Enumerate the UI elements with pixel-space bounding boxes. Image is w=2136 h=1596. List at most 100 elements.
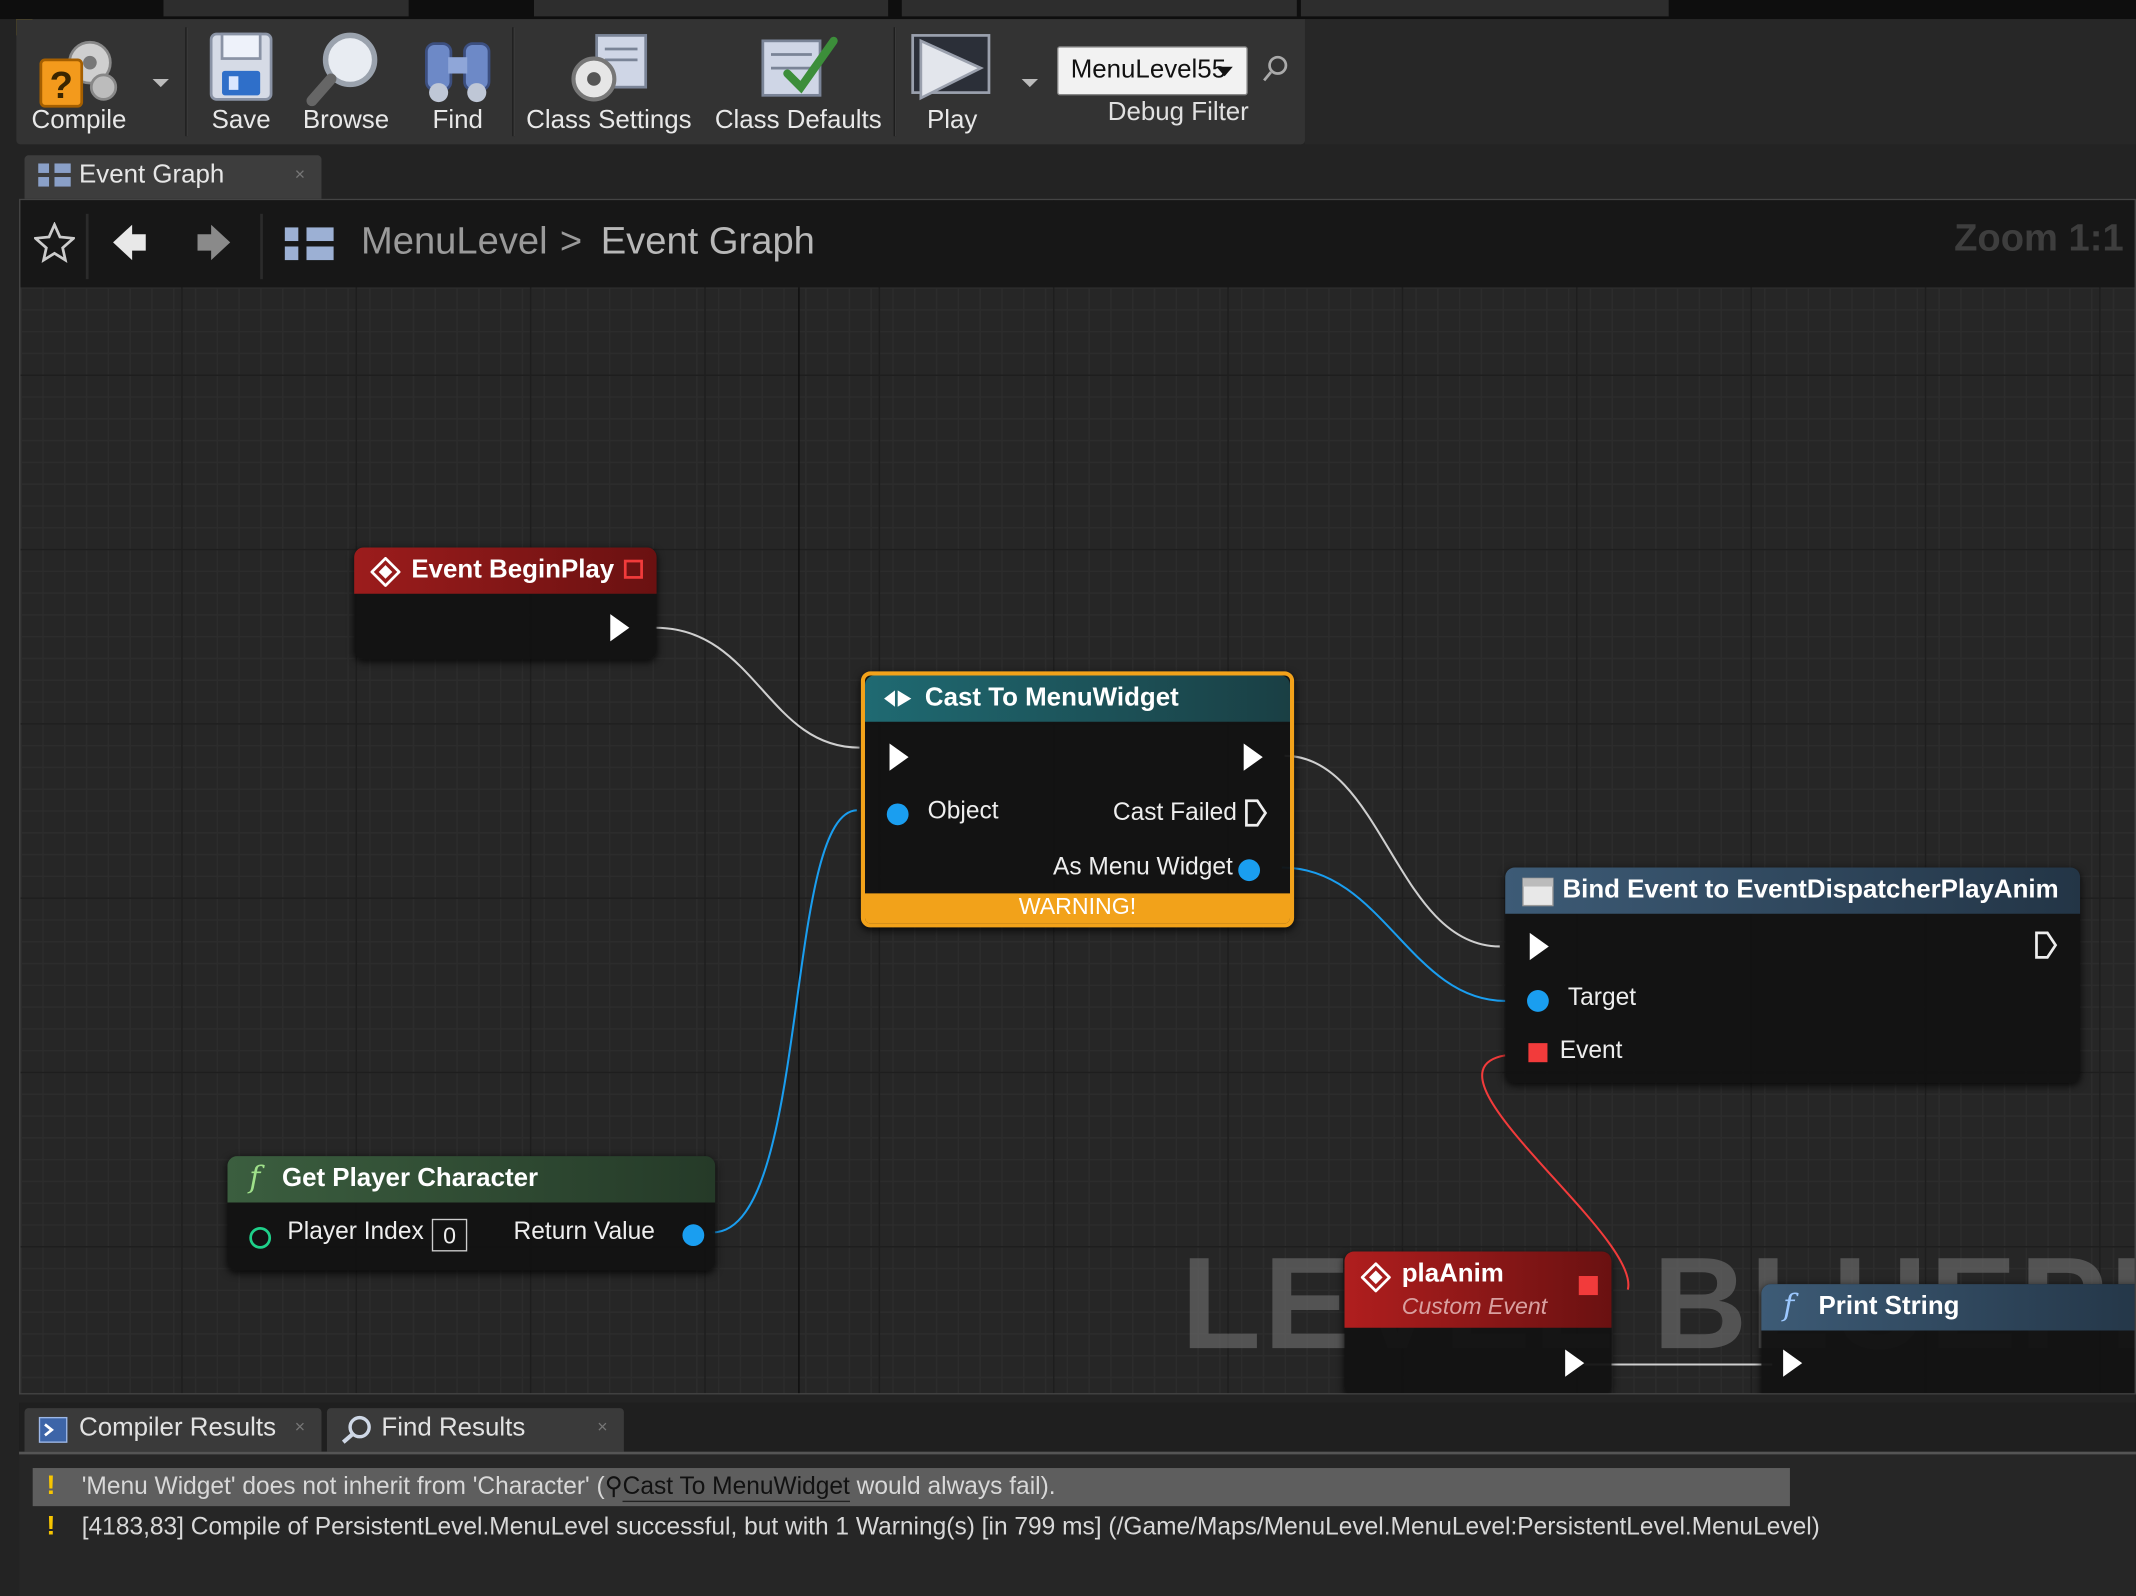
play-options-caret[interactable] <box>1021 78 1038 88</box>
play-button[interactable]: Play <box>905 19 1000 144</box>
object-wire <box>1281 866 1506 1002</box>
class-defaults-icon <box>757 30 839 113</box>
exec-out-pin[interactable] <box>1243 743 1263 771</box>
object-pin[interactable] <box>886 803 909 826</box>
pin-label-cast-failed: Cast Failed <box>1112 798 1237 826</box>
event-beginplay-node[interactable]: Event BeginPlay <box>354 547 657 660</box>
compiler-results-icon <box>38 1416 68 1450</box>
play-icon <box>910 30 994 116</box>
compile-options-caret[interactable] <box>152 78 169 88</box>
event-delegate-pin[interactable] <box>1528 1043 1548 1063</box>
player-index-field[interactable]: 0 <box>431 1218 468 1252</box>
class-settings-label: Class Settings <box>526 106 692 135</box>
event-diamond-icon <box>369 556 402 594</box>
node-title: Cast To MenuWidget <box>924 683 1179 713</box>
window-tab[interactable] <box>1300 0 1669 17</box>
log-message-text: would always fail). <box>849 1472 1056 1500</box>
exec-in-pin[interactable] <box>889 743 909 771</box>
exec-in-pin[interactable] <box>1529 932 1549 961</box>
exec-out-pin[interactable] <box>610 614 630 642</box>
node-subtitle: Custom Event <box>1401 1293 1548 1320</box>
plaanim-custom-event-node[interactable]: plaAnim Custom Event <box>1344 1251 1612 1394</box>
window-tab[interactable] <box>163 0 409 17</box>
toolbar-separator <box>893 27 897 137</box>
debug-object-select[interactable]: MenuLevel55 <box>1057 46 1248 96</box>
node-title: Get Player Character <box>281 1164 539 1193</box>
tab-event-graph[interactable]: Event Graph × <box>24 155 322 199</box>
chevron-down-icon <box>1216 66 1233 77</box>
pin-label-as-menu-widget: As Menu Widget <box>1052 852 1233 880</box>
log-node-link[interactable]: Cast To MenuWidget <box>622 1472 850 1503</box>
pin-label-event: Event <box>1559 1036 1623 1064</box>
close-icon[interactable]: × <box>295 163 305 183</box>
pin-label-object: Object <box>927 796 999 824</box>
cast-to-menuwidget-node[interactable]: Cast To MenuWidget Object Cast Failed As… <box>860 671 1295 928</box>
class-defaults-label: Class Defaults <box>714 106 882 135</box>
class-settings-button[interactable]: Class Settings <box>526 19 692 144</box>
compile-button[interactable]: ? Compile <box>22 19 136 144</box>
tab-find-results[interactable]: Find Results × <box>326 1408 624 1452</box>
object-wire <box>712 809 857 1234</box>
tab-event-graph-label: Event Graph <box>79 160 225 190</box>
tab-compiler-results[interactable]: Compiler Results × <box>24 1408 322 1452</box>
save-icon <box>207 30 275 110</box>
graph-icon <box>38 163 71 194</box>
debug-filter-label: Debug Filter <box>1107 98 1249 127</box>
delegate-pin[interactable] <box>1578 1276 1598 1296</box>
log-message: 'Menu Widget' does not inherit from 'Cha… <box>82 1472 1056 1503</box>
function-icon: f <box>1783 1289 1795 1324</box>
exec-out-pin[interactable] <box>1565 1349 1585 1377</box>
svg-text:?: ? <box>50 64 73 107</box>
warning-icon: ! <box>46 1470 56 1501</box>
target-pin[interactable] <box>1527 990 1549 1012</box>
exec-in-pin[interactable] <box>1783 1349 1803 1377</box>
search-icon[interactable] <box>1261 54 1288 91</box>
find-results-icon <box>341 1415 374 1452</box>
player-index-pin[interactable] <box>249 1226 272 1249</box>
save-button[interactable]: Save <box>202 19 281 144</box>
node-title: Print String <box>1818 1292 1960 1321</box>
toolbar-empty-area <box>1304 19 2136 145</box>
save-label: Save <box>211 106 271 135</box>
exec-out-pin-hollow[interactable] <box>1244 798 1269 835</box>
binoculars-icon <box>418 30 497 113</box>
node-title: Event BeginPlay <box>411 555 615 585</box>
tab-find-results-label: Find Results <box>381 1413 526 1443</box>
tab-compiler-results-label: Compiler Results <box>79 1413 277 1443</box>
search-icon: ⚲ <box>604 1472 623 1500</box>
pin-label-return-value: Return Value <box>513 1217 655 1245</box>
log-row-warning[interactable]: ! 'Menu Widget' does not inherit from 'C… <box>32 1468 1790 1507</box>
compile-label: Compile <box>31 106 127 135</box>
class-settings-icon <box>567 30 651 113</box>
log-row-info[interactable]: ! [4183,83] Compile of PersistentLevel.M… <box>33 1509 1858 1547</box>
window-tab[interactable] <box>901 0 1297 17</box>
play-label: Play <box>926 106 978 135</box>
node-function-icon <box>1522 877 1555 914</box>
toolbar-separator <box>185 27 188 137</box>
get-player-character-node[interactable]: f Get Player Character Player Index 0 Re… <box>227 1156 716 1271</box>
browse-label: Browse <box>302 106 390 135</box>
browse-button[interactable]: Browse <box>297 19 395 144</box>
exec-wire <box>1284 754 1500 948</box>
close-icon[interactable]: × <box>597 1416 607 1436</box>
browse-icon <box>306 30 385 113</box>
pin-label-player-index: Player Index <box>287 1217 424 1245</box>
class-defaults-button[interactable]: Class Defaults <box>711 19 885 144</box>
find-button[interactable]: Find <box>411 19 504 144</box>
graph-canvas[interactable]: MenuLevel > Event Graph Zoom 1:1 LEVEL B… <box>19 198 2136 1395</box>
node-title: plaAnim <box>1401 1259 1504 1289</box>
bind-event-node[interactable]: Bind Event to EventDispatcherPlayAnim Ta… <box>1505 867 2081 1083</box>
print-string-node[interactable]: f Print String <box>1761 1284 2135 1394</box>
delegate-pin[interactable] <box>623 559 643 579</box>
cast-arrow-icon <box>884 688 914 717</box>
node-title: Bind Event to EventDispatcherPlayAnim <box>1562 875 2059 905</box>
as-menu-widget-pin[interactable] <box>1238 859 1261 882</box>
close-icon[interactable]: × <box>295 1416 305 1436</box>
warning-banner: WARNING! <box>864 893 1291 924</box>
return-value-pin[interactable] <box>682 1224 705 1247</box>
toolbar-separator <box>512 27 515 137</box>
debug-object-value: MenuLevel55 <box>1070 55 1227 85</box>
warning-icon: ! <box>46 1511 56 1542</box>
exec-out-pin-hollow[interactable] <box>2034 930 2059 967</box>
window-tab[interactable] <box>533 0 889 17</box>
